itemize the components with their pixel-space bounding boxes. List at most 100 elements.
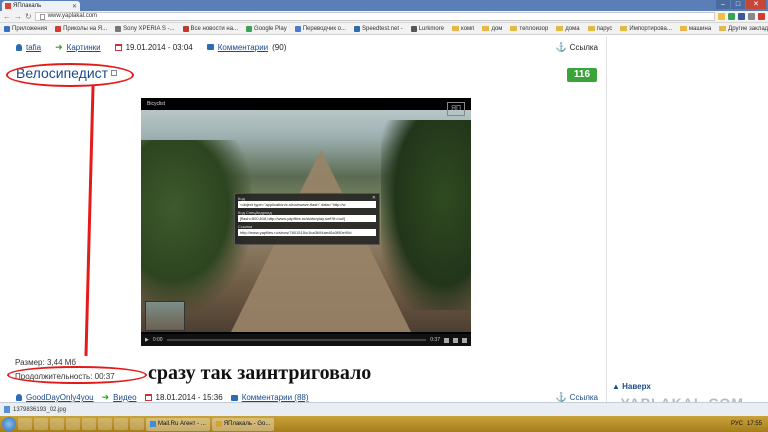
app-icon-1[interactable]	[66, 418, 80, 430]
next-category-link[interactable]: Видео	[113, 393, 136, 402]
next-comments-link[interactable]: Комментарии (88)	[242, 393, 309, 402]
bookmark-item[interactable]: Переводчик о...	[294, 25, 346, 32]
bookmark-item[interactable]: Приложения	[4, 25, 48, 32]
windows-taskbar: Mail.Ru Агент - ... ЯПлакаль - Go... РУС…	[0, 416, 768, 432]
task-chrome-label: ЯПлакаль - Go...	[223, 420, 271, 427]
annotation-duration-circle	[7, 366, 147, 384]
category-link[interactable]: Картинки	[67, 43, 101, 52]
folder-icon	[719, 26, 727, 31]
next-share-link[interactable]: Ссылка	[570, 393, 598, 402]
settings-icon[interactable]	[453, 337, 458, 343]
bookmark-item[interactable]: Speedtest.net -	[353, 25, 403, 32]
download-filename[interactable]: 1379836193_02.jpg	[13, 407, 66, 413]
task-mail-agent[interactable]: Mail.Ru Агент - ...	[146, 417, 210, 431]
bookmark-favicon-icon	[246, 25, 253, 32]
bookmark-label: дома	[565, 25, 580, 32]
address-bar[interactable]: www.yaplakal.com	[34, 12, 715, 21]
annotation-caption: сразу так заинтриговало	[148, 362, 372, 384]
next-author-link[interactable]: GoodDayOnly4you	[26, 393, 94, 402]
task-chrome[interactable]: ЯПлакаль - Go...	[211, 417, 275, 431]
bookmark-item[interactable]: теплоизор	[510, 26, 548, 32]
explorer-icon[interactable]	[18, 418, 32, 430]
bookmark-label: машина	[688, 25, 712, 32]
browser-toolbar: ← → ↻ www.yaplakal.com	[0, 11, 768, 23]
bookmark-label: Приложения	[12, 25, 48, 32]
forward-icon[interactable]: →	[14, 12, 22, 21]
bookmark-label: Google Play	[254, 25, 287, 32]
app-icon-5[interactable]	[130, 418, 144, 430]
mail-icon[interactable]	[757, 13, 765, 20]
app-icon-3[interactable]	[98, 418, 112, 430]
rating-badge: 116	[567, 68, 597, 82]
reload-icon[interactable]: ↻	[25, 12, 32, 21]
image-file-icon	[4, 406, 10, 413]
bookmark-item[interactable]: машина	[679, 25, 712, 32]
bookmark-item[interactable]: Lurkmore	[410, 25, 444, 32]
video-title: Bicyclist	[147, 101, 166, 107]
comments-link[interactable]: Комментарии	[218, 43, 268, 52]
bookmark-favicon-icon	[115, 25, 122, 32]
video-thumbnail[interactable]	[145, 301, 185, 331]
bookmark-item[interactable]: Sony XPERIA S -...	[115, 25, 175, 32]
other-bookmarks[interactable]: Другие закладки	[719, 26, 768, 32]
folder-icon	[452, 26, 460, 31]
start-button-icon[interactable]	[2, 417, 16, 431]
play-icon[interactable]: ▶	[145, 337, 149, 343]
author-link[interactable]: tafia	[26, 43, 41, 52]
video-player[interactable]: Bicyclist ЯП ✕ Код <object type="applica…	[141, 98, 471, 346]
embed-code-field[interactable]: <object type="application/x-shockwave-fl…	[238, 201, 376, 208]
tab-close-icon[interactable]: ✕	[72, 3, 77, 10]
embed-link-field[interactable]: http://www.yapfiles.ru/show/7601515/c1ba…	[238, 229, 376, 236]
browser-tab[interactable]: ЯПлакаль ✕	[2, 1, 80, 11]
page-icon	[39, 13, 45, 20]
other-bookmarks-label: Другие закладки	[728, 25, 768, 32]
annotation-title-circle	[6, 63, 134, 87]
bookmark-label: теплоизор	[519, 25, 549, 32]
facebook-icon[interactable]	[737, 13, 745, 20]
minimize-button[interactable]: –	[716, 0, 730, 9]
ie-icon[interactable]	[50, 418, 64, 430]
comments-count: (90)	[272, 42, 287, 52]
extension-gear-icon[interactable]	[747, 13, 755, 20]
volume-icon[interactable]	[444, 337, 449, 343]
post-meta: tafia ➜ Картинки 19.01.2014 - 03:04 Комм…	[16, 41, 598, 53]
bookmark-item[interactable]: парус	[587, 26, 612, 32]
extension-green-icon[interactable]	[727, 13, 735, 20]
bookmark-item[interactable]: дома	[556, 25, 580, 32]
current-time: 0:00	[152, 337, 163, 343]
language-indicator[interactable]: РУС	[731, 421, 743, 427]
bookmark-favicon-icon	[4, 25, 10, 32]
bookmark-item[interactable]: дом	[482, 26, 502, 32]
share-link[interactable]: Ссылка	[570, 43, 598, 52]
bookmark-item[interactable]: Импортирова...	[620, 26, 672, 32]
embed-close-icon[interactable]: ✕	[372, 195, 376, 201]
back-icon[interactable]: ←	[3, 12, 11, 21]
calendar-icon	[114, 43, 122, 51]
bookmark-item[interactable]: Google Play	[246, 25, 287, 32]
folder-icon	[556, 26, 564, 31]
maximize-button[interactable]: □	[731, 0, 745, 9]
media-player-icon[interactable]	[34, 418, 48, 430]
system-tray: РУС 17:55	[731, 421, 766, 427]
share-link-group[interactable]: ⚓ Ссылка	[555, 42, 598, 53]
mail-agent-icon	[150, 421, 156, 427]
bookmark-item[interactable]: Приколы на Я...	[55, 25, 107, 32]
fullscreen-icon[interactable]	[462, 337, 467, 343]
scroll-top-link[interactable]: ▲ Наверх	[612, 382, 651, 391]
bookmark-item[interactable]: Все новости на...	[182, 25, 239, 32]
bookmark-label: Переводчик о...	[302, 25, 346, 32]
app-icon-2[interactable]	[82, 418, 96, 430]
star-icon[interactable]	[717, 13, 725, 20]
clock[interactable]: 17:55	[747, 421, 762, 427]
tab-strip: ЯПлакаль ✕ – □ ✕	[0, 0, 768, 11]
app-icon-4[interactable]	[114, 418, 128, 430]
folder-icon	[482, 26, 490, 31]
bookmark-label: Все новости на...	[190, 25, 239, 32]
bookmark-item[interactable]: комп	[452, 26, 474, 32]
embed-forum-field[interactable]: [flash=600,618,http://www.yapfiles.ru/st…	[238, 215, 376, 222]
next-calendar-icon	[144, 394, 152, 401]
download-item[interactable]: 1379836193_02.jpg	[4, 406, 66, 413]
close-window-button[interactable]: ✕	[746, 0, 766, 9]
progress-bar[interactable]	[166, 339, 427, 341]
folder-icon	[679, 26, 687, 31]
